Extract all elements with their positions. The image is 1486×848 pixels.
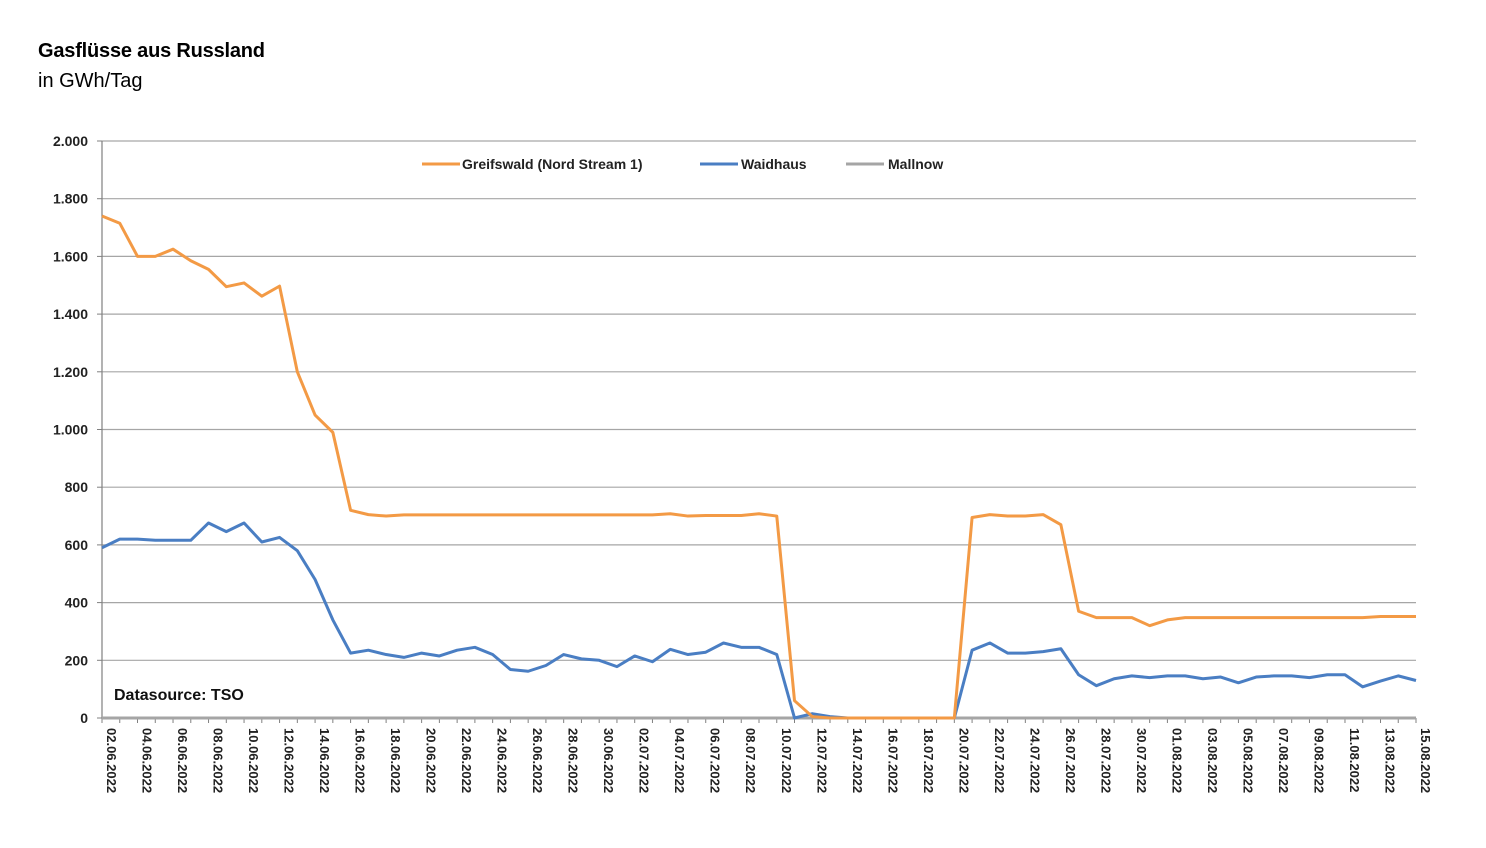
x-tick-label: 03.08.2022: [1205, 728, 1220, 793]
y-tick-label: 400: [65, 595, 89, 611]
y-tick-label: 800: [65, 479, 89, 495]
x-tick-label: 20.07.2022: [956, 728, 971, 793]
datasource-label: Datasource: TSO: [114, 687, 244, 704]
x-tick-label: 12.07.2022: [814, 728, 829, 793]
x-tick-label: 22.07.2022: [992, 728, 1007, 793]
y-tick-label: 1.400: [53, 306, 88, 322]
legend-label: Waidhaus: [741, 156, 807, 172]
y-tick-label: 1.800: [53, 191, 88, 207]
y-tick-label: 1.600: [53, 248, 88, 264]
x-tick-label: 10.07.2022: [779, 728, 794, 793]
x-tick-label: 09.08.2022: [1311, 728, 1326, 793]
x-tick-label: 06.07.2022: [708, 728, 723, 793]
x-tick-label: 30.07.2022: [1134, 728, 1149, 793]
x-tick-label: 01.08.2022: [1169, 728, 1184, 793]
series-line-greifswald-nord-stream-1: [101, 214, 1416, 720]
x-tick-label: 07.08.2022: [1276, 728, 1291, 793]
y-tick-label: 200: [65, 652, 89, 668]
x-tick-label: 04.06.2022: [140, 728, 155, 793]
legend-label: Mallnow: [888, 156, 943, 172]
x-tick-label: 15.08.2022: [1418, 728, 1433, 793]
x-tick-label: 24.06.2022: [495, 728, 510, 793]
x-tick-label: 14.06.2022: [317, 728, 332, 793]
axes: [97, 140, 1417, 723]
series-line-waidhaus: [101, 521, 1417, 720]
x-tick-label: 10.06.2022: [246, 728, 261, 793]
legend-label: Greifswald (Nord Stream 1): [462, 156, 643, 172]
legend: Greifswald (Nord Stream 1) Waidhaus Mallno…: [422, 156, 943, 172]
x-tick-label: 26.06.2022: [530, 728, 545, 793]
gas-flow-line-chart: 0 200 400 600 800 1.000 1.200 1.400 1.600 1.800 2.…: [53, 133, 1433, 793]
x-tick-label: 18.07.2022: [921, 728, 936, 793]
x-tick-label: 04.07.2022: [672, 728, 687, 793]
x-axis-tick-labels: 02.06.2022 04.06.2022 06.06.2022 08.06.2022…: [104, 728, 1433, 793]
x-tick-label: 12.06.2022: [282, 728, 297, 793]
y-tick-label: 1.200: [53, 364, 88, 380]
x-tick-label: 28.06.2022: [566, 728, 581, 793]
x-tick-label: 20.06.2022: [424, 728, 439, 793]
y-tick-label: 0: [80, 710, 88, 726]
gridlines: [102, 140, 1416, 661]
x-tick-label: 16.07.2022: [885, 728, 900, 793]
y-tick-label: 1.000: [53, 422, 88, 438]
x-tick-label: 26.07.2022: [1063, 728, 1078, 793]
x-tick-label: 02.06.2022: [104, 728, 119, 793]
x-tick-label: 08.06.2022: [211, 728, 226, 793]
y-tick-label: 2.000: [53, 133, 88, 149]
x-tick-label: 02.07.2022: [637, 728, 652, 793]
x-tick-label: 13.08.2022: [1382, 728, 1397, 793]
x-tick-label: 22.06.2022: [459, 728, 474, 793]
x-tick-label: 11.08.2022: [1347, 728, 1362, 792]
x-tick-label: 08.07.2022: [743, 728, 758, 793]
x-tick-label: 06.06.2022: [175, 728, 190, 793]
x-tick-label: 05.08.2022: [1240, 728, 1255, 793]
x-tick-label: 24.07.2022: [1027, 728, 1042, 793]
series-lines: [101, 214, 1417, 720]
x-tick-label: 18.06.2022: [388, 728, 403, 793]
y-tick-label: 600: [65, 537, 89, 553]
x-tick-label: 30.06.2022: [601, 728, 616, 793]
x-tick-label: 14.07.2022: [850, 728, 865, 793]
x-tick-label: 28.07.2022: [1098, 728, 1113, 793]
x-tick-label: 16.06.2022: [353, 728, 368, 793]
y-axis-tick-labels: 0 200 400 600 800 1.000 1.200 1.400 1.600 1.800 2.…: [53, 133, 88, 726]
